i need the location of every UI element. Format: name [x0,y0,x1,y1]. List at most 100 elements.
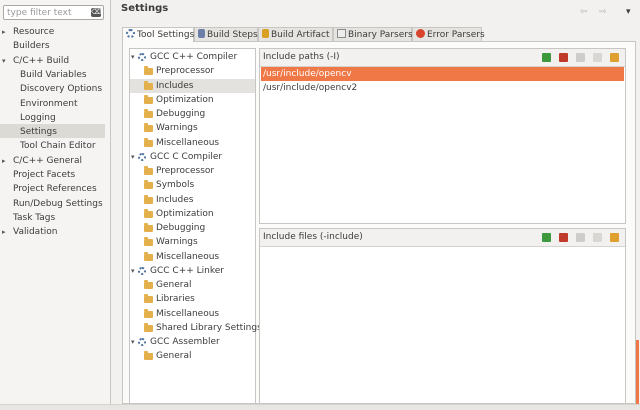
move-up-icon[interactable] [593,233,602,242]
filter-input[interactable] [7,6,87,19]
tree-option[interactable]: Optimization [144,207,255,221]
folder-icon [144,180,153,189]
tree-node-label: Warnings [156,123,198,133]
tree-option[interactable]: Warnings [144,121,255,135]
delete-icon[interactable] [559,233,568,242]
tree-option[interactable]: Miscellaneous [144,250,255,264]
tree-option[interactable]: Miscellaneous [144,136,255,150]
nav-item-validation[interactable]: Validation [13,225,57,239]
tree-option[interactable]: Warnings [144,235,255,249]
move-down-icon[interactable] [610,53,619,62]
nav-item-task-tags[interactable]: Task Tags [13,211,55,225]
edit-icon[interactable] [576,53,585,62]
back-icon[interactable]: ⇦ [580,7,588,17]
include-path-row[interactable]: /usr/include/opencv2 [261,81,624,95]
tree-node-label: Debugging [156,109,206,119]
tree-node-label: Warnings [156,237,198,247]
nav-item-project-facets[interactable]: Project Facets [13,168,75,182]
tab-binary-parsers[interactable]: Binary Parsers [333,27,413,41]
folder-icon [144,280,153,289]
tree-tool-gcc-c-compiler[interactable]: ▾ GCC C Compiler [131,150,255,164]
tree-option[interactable]: Includes [144,79,255,93]
tree-option[interactable]: Includes [144,193,255,207]
nav-item-tool-chain-editor[interactable]: Tool Chain Editor [20,139,96,153]
tree-node-label: GCC C++ Linker [150,266,224,276]
tree-tool-gcc-assembler[interactable]: ▾ GCC Assembler [131,335,255,349]
tree-option[interactable]: Optimization [144,93,255,107]
nav-item-environment[interactable]: Environment [20,97,77,111]
clear-filter-icon[interactable]: ⌫ [91,8,101,17]
gear-icon [138,267,146,275]
nav-item-project-references[interactable]: Project References [13,182,97,196]
nav-expand-arrow-icon[interactable]: ▾ [2,54,10,68]
nav-item-c-c-build[interactable]: C/C++ Build [13,54,69,68]
tab-label: Build Artifact [271,30,330,40]
tree-node-label: General [156,351,192,361]
nav-item-build-variables[interactable]: Build Variables [20,68,87,82]
include-path-row[interactable]: /usr/include/opencv [261,67,624,81]
tree-option[interactable]: Symbols [144,178,255,192]
tree-option[interactable]: Debugging [144,221,255,235]
nav-item-discovery-options[interactable]: Discovery Options [20,82,102,96]
nav-item-settings[interactable]: Settings [20,125,57,139]
tree-option[interactable]: Shared Library Settings [144,321,262,335]
tree-option[interactable]: General [144,278,255,292]
tab-label: Error Parsers [427,30,485,40]
nav-item-run-debug-settings[interactable]: Run/Debug Settings [13,197,103,211]
left-navigation: ⌫ ▸ResourceBuilders▾C/C++ BuildBuild Var… [0,0,111,409]
tab-build-artifact[interactable]: Build Artifact [258,27,333,41]
folder-icon [144,95,153,104]
forward-icon[interactable]: ⇨ [599,7,607,17]
view-menu-icon[interactable]: ▾ [626,7,631,17]
tab-tool-settings[interactable]: Tool Settings [122,27,194,42]
tree-node-label: Debugging [156,223,206,233]
tab-build-steps[interactable]: Build Steps [194,27,258,41]
tree-tool-gcc-c-compiler[interactable]: ▾ GCC C++ Compiler [131,50,255,64]
tree-node-label: Miscellaneous [156,309,220,319]
tree-node-label: Preprocessor [156,66,215,76]
nav-item-c-c-general[interactable]: C/C++ General [13,154,82,168]
gear-icon [138,338,146,346]
filter-box: ⌫ [3,5,104,20]
tree-node-label: GCC C Compiler [150,152,223,162]
gear-icon [126,29,135,38]
nav-expand-arrow-icon[interactable]: ▸ [2,154,10,168]
scrollbar-thumb[interactable] [636,340,639,404]
add-icon[interactable] [542,233,551,242]
nav-item-logging[interactable]: Logging [20,111,56,125]
folder-icon [144,294,153,303]
tree-option[interactable]: General [144,349,255,363]
tree-node-label: Miscellaneous [156,252,220,262]
move-up-icon[interactable] [593,53,602,62]
tree-tool-gcc-c-linker[interactable]: ▾ GCC C++ Linker [131,264,255,278]
nav-expand-arrow-icon[interactable]: ▸ [2,25,10,39]
nav-item-builders[interactable]: Builders [13,39,50,53]
nav-item-resource[interactable]: Resource [13,25,54,39]
tree-node-label: Includes [156,81,194,91]
binary-icon [337,29,346,38]
tree-option[interactable]: Libraries [144,292,255,306]
tree-node-label: Libraries [156,294,195,304]
add-icon[interactable] [542,53,551,62]
tree-node-label: Includes [156,195,194,205]
tree-option[interactable]: Preprocessor [144,164,255,178]
tree-option[interactable]: Debugging [144,107,255,121]
tab-label: Build Steps [207,30,258,40]
edit-icon[interactable] [576,233,585,242]
tab-error-parsers[interactable]: Error Parsers [412,27,485,41]
include-files-panel: Include files (-include) [259,228,626,404]
tree-node-label: General [156,280,192,290]
delete-icon[interactable] [559,53,568,62]
trophy-icon [262,29,269,38]
move-down-icon[interactable] [610,233,619,242]
nav-expand-arrow-icon[interactable]: ▸ [2,225,10,239]
tree-node-label: Preprocessor [156,166,215,176]
folder-icon [144,323,153,332]
folder-icon [144,223,153,232]
include-paths-title: Include paths (-I) [263,52,340,62]
include-files-header: Include files (-include) [260,229,625,247]
tree-option[interactable]: Preprocessor [144,64,255,78]
tree-option[interactable]: Miscellaneous [144,307,255,321]
tab-label: Binary Parsers [348,30,413,40]
folder-icon [144,237,153,246]
